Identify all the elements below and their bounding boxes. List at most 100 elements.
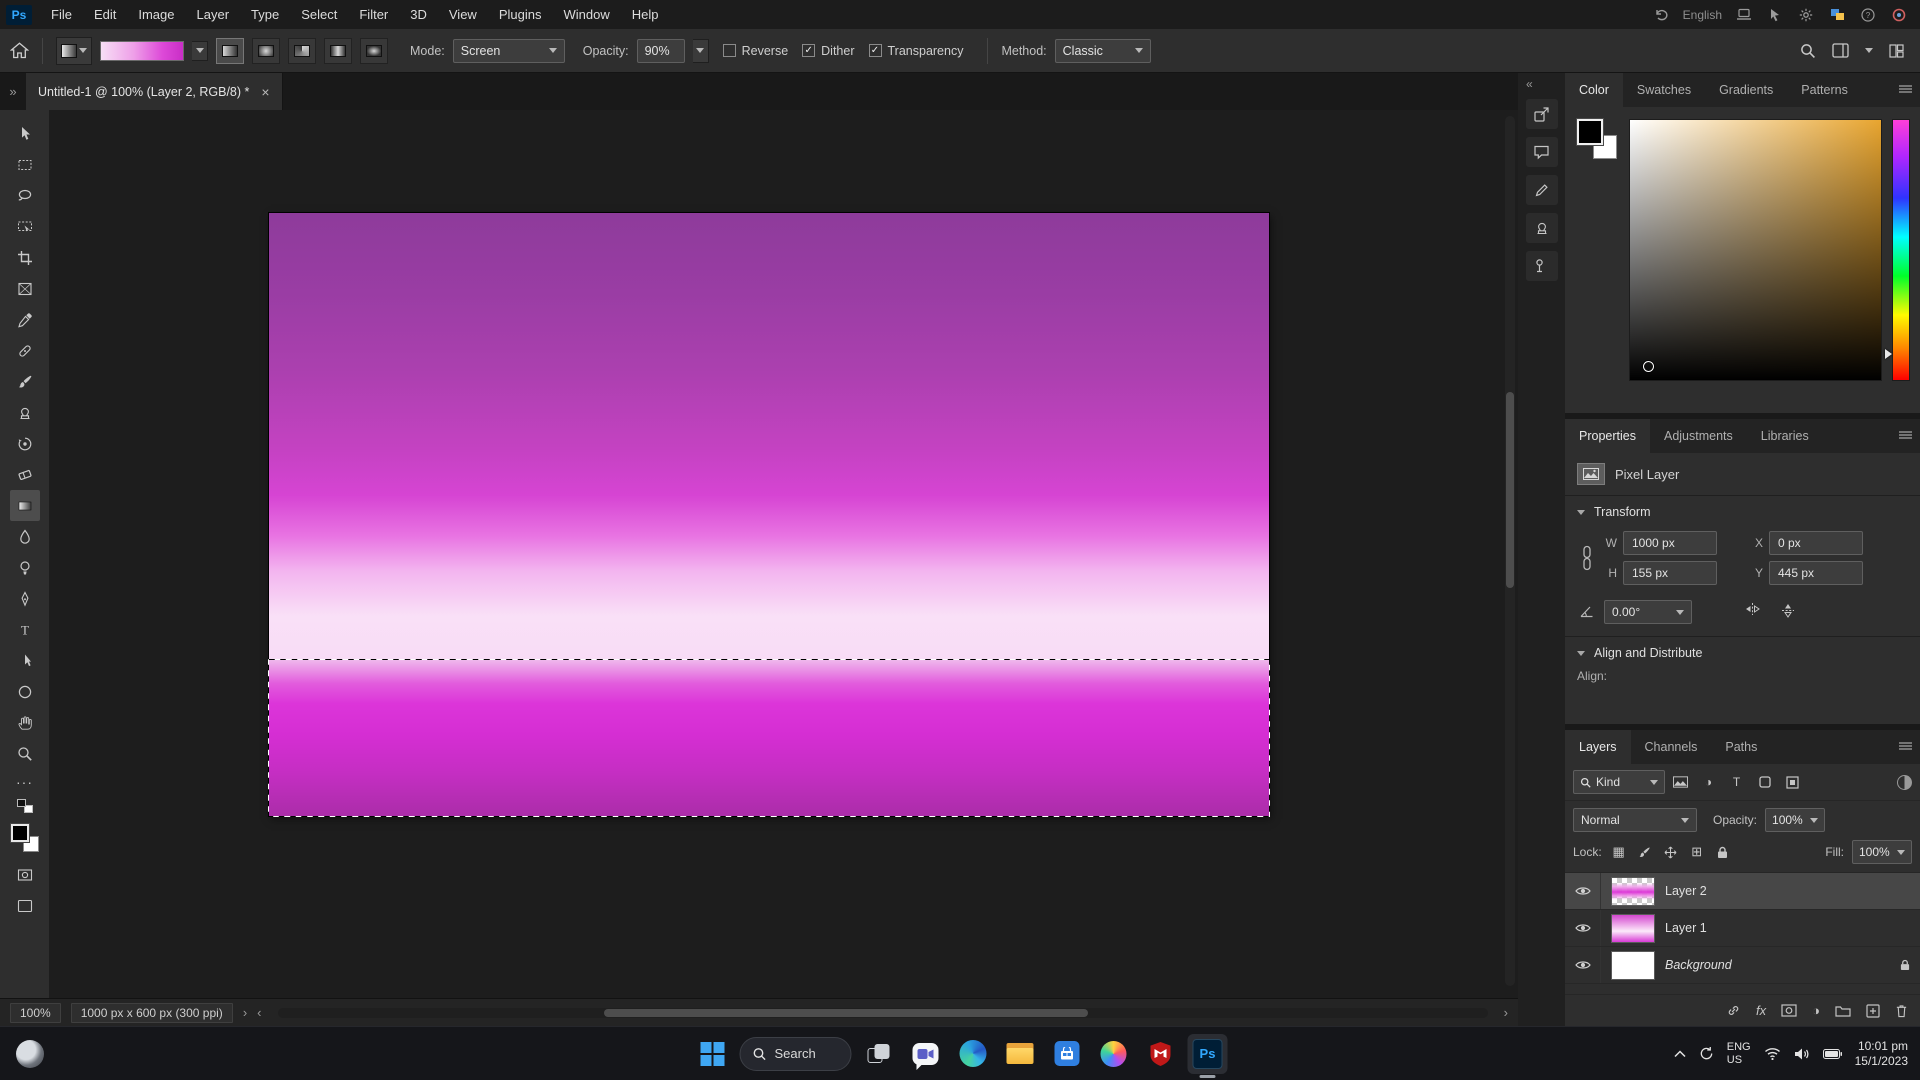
flip-vertical-icon[interactable] (1781, 602, 1795, 622)
clock-widget[interactable]: 10:01 pm 15/1/2023 (1855, 1039, 1908, 1069)
dither-checkbox-group[interactable]: ✓ Dither (802, 44, 854, 58)
layer-thumbnail[interactable] (1611, 914, 1655, 943)
filter-type-layers-icon[interactable]: T (1724, 771, 1749, 793)
height-input[interactable]: 155 px (1623, 561, 1717, 585)
x-input[interactable]: 0 px (1769, 531, 1863, 555)
menu-edit[interactable]: Edit (83, 0, 127, 29)
layer-opacity-input[interactable]: 100% (1765, 808, 1825, 832)
battery-icon[interactable] (1823, 1049, 1842, 1059)
object-selection-tool[interactable] (10, 211, 40, 242)
screen-mode-icon[interactable] (10, 890, 40, 921)
expand-panels-icon[interactable]: « (1518, 77, 1533, 91)
menu-filter[interactable]: Filter (348, 0, 399, 29)
tab-layers[interactable]: Layers (1565, 730, 1631, 764)
radial-gradient-button[interactable] (252, 38, 280, 64)
store-button[interactable] (1047, 1034, 1087, 1074)
opacity-chevron[interactable] (693, 39, 709, 63)
menu-type[interactable]: Type (240, 0, 290, 29)
wifi-icon[interactable] (1764, 1047, 1781, 1060)
status-chevron-right-icon[interactable]: › (243, 1005, 247, 1020)
menu-help[interactable]: Help (621, 0, 670, 29)
filter-kind-select[interactable]: Kind (1573, 770, 1665, 794)
layer-row-background[interactable]: Background (1565, 947, 1920, 984)
panel-menu-icon[interactable] (1899, 85, 1912, 95)
filter-shape-layers-icon[interactable] (1752, 771, 1777, 793)
align-section-header[interactable]: Align and Distribute (1565, 637, 1920, 669)
visibility-cell[interactable] (1565, 873, 1601, 909)
layer-row-layer1[interactable]: Layer 1 (1565, 910, 1920, 947)
record-target-icon[interactable] (1890, 6, 1908, 24)
foreground-color-swatch[interactable] (11, 824, 29, 842)
menu-select[interactable]: Select (290, 0, 348, 29)
file-explorer-button[interactable] (1000, 1034, 1040, 1074)
task-view-button[interactable] (859, 1034, 899, 1074)
transparency-checkbox[interactable]: ✓ (869, 44, 882, 57)
help-icon[interactable]: ? (1859, 6, 1877, 24)
ellipse-tool[interactable] (10, 676, 40, 707)
new-group-icon[interactable] (1835, 1004, 1851, 1017)
lock-all-icon[interactable] (1714, 843, 1732, 861)
visibility-cell[interactable] (1565, 910, 1601, 946)
flip-horizontal-icon[interactable] (1744, 602, 1761, 622)
pointer-icon[interactable] (1766, 6, 1784, 24)
layer-name[interactable]: Background (1665, 958, 1732, 972)
opacity-input[interactable]: 90% (637, 39, 685, 63)
sync-icon[interactable] (1699, 1046, 1714, 1061)
chevron-down-icon[interactable] (1865, 48, 1873, 53)
width-input[interactable]: 1000 px (1623, 531, 1717, 555)
brush-tool[interactable] (10, 366, 40, 397)
tab-swatches[interactable]: Swatches (1623, 73, 1705, 107)
gradient-tool[interactable] (10, 490, 40, 521)
horizontal-scroll-thumb[interactable] (604, 1009, 1088, 1017)
menu-image[interactable]: Image (127, 0, 185, 29)
tab-properties[interactable]: Properties (1565, 419, 1650, 453)
menu-file[interactable]: File (40, 0, 83, 29)
transform-section-header[interactable]: Transform (1565, 496, 1920, 528)
document-canvas[interactable] (269, 213, 1269, 816)
filter-pixel-layers-icon[interactable] (1668, 771, 1693, 793)
notes-icon[interactable] (1526, 175, 1558, 205)
y-input[interactable]: 445 px (1769, 561, 1863, 585)
eraser-tool[interactable] (10, 459, 40, 490)
reflected-gradient-button[interactable] (324, 38, 352, 64)
lock-artboard-icon[interactable]: ⊞ (1688, 843, 1706, 861)
tab-libraries[interactable]: Libraries (1747, 419, 1823, 453)
weather-widget[interactable] (16, 1040, 44, 1068)
toolbar-collapse-icon[interactable]: » (0, 84, 26, 99)
blend-mode-select[interactable]: Screen (453, 39, 565, 63)
tab-adjustments[interactable]: Adjustments (1650, 419, 1747, 453)
count-icon[interactable] (1526, 251, 1558, 281)
tray-chevron-up-icon[interactable] (1674, 1050, 1686, 1058)
photoshop-taskbar-button[interactable]: Ps (1188, 1034, 1228, 1074)
tool-preset-picker[interactable] (56, 37, 92, 65)
volume-icon[interactable] (1794, 1047, 1810, 1061)
tab-paths[interactable]: Paths (1711, 730, 1771, 764)
close-tab-icon[interactable]: × (261, 85, 269, 99)
start-button[interactable] (693, 1034, 733, 1074)
hand-tool[interactable] (10, 707, 40, 738)
angle-gradient-button[interactable] (288, 38, 316, 64)
home-icon[interactable] (10, 42, 29, 59)
menu-3d[interactable]: 3D (399, 0, 438, 29)
link-layers-icon[interactable] (1726, 1003, 1741, 1018)
method-select[interactable]: Classic (1055, 39, 1151, 63)
delete-layer-icon[interactable] (1895, 1004, 1908, 1018)
filtering-toggle[interactable] (1897, 775, 1912, 790)
foreground-color-swatch[interactable] (1577, 119, 1603, 145)
status-chevron-left-icon[interactable]: ‹ (257, 1005, 261, 1020)
add-layer-mask-icon[interactable] (1781, 1004, 1797, 1017)
lock-transparent-pixels-icon[interactable]: ▦ (1610, 843, 1628, 861)
search-icon[interactable] (1800, 43, 1816, 59)
mcafee-button[interactable] (1141, 1034, 1181, 1074)
tab-gradients[interactable]: Gradients (1705, 73, 1787, 107)
linear-gradient-button[interactable] (216, 38, 244, 64)
pen-tool[interactable] (10, 583, 40, 614)
type-tool[interactable]: T (10, 614, 40, 645)
language-label[interactable]: English (1683, 8, 1722, 22)
layer-thumbnail[interactable] (1611, 951, 1655, 980)
tab-channels[interactable]: Channels (1631, 730, 1712, 764)
new-layer-icon[interactable] (1866, 1004, 1880, 1018)
tab-color[interactable]: Color (1565, 73, 1623, 107)
menu-view[interactable]: View (438, 0, 488, 29)
quick-mask-icon[interactable] (10, 859, 40, 890)
